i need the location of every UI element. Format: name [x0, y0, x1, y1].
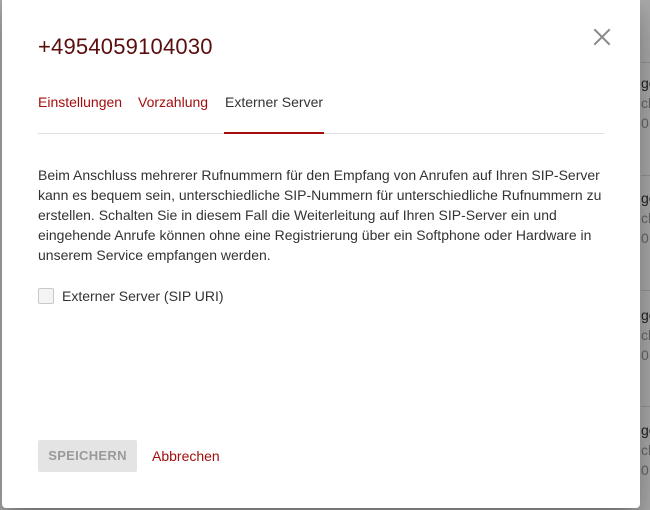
- tab-einstellungen[interactable]: Einstellungen: [38, 93, 122, 133]
- external-server-checkbox[interactable]: [38, 288, 54, 304]
- save-button[interactable]: SPEICHERN: [38, 440, 137, 472]
- tab-label: Vorzahlung: [138, 94, 209, 110]
- checkbox-label[interactable]: Externer Server (SIP URI): [62, 287, 224, 305]
- active-tab-indicator: [224, 132, 325, 134]
- cancel-button[interactable]: Abbrechen: [152, 440, 220, 472]
- tab-label: Externer Server: [225, 94, 324, 110]
- close-button[interactable]: [590, 25, 614, 49]
- dialog-tabs: Einstellungen Vorzahlung Externer Server: [38, 93, 604, 134]
- tab-vorzahlung[interactable]: Vorzahlung: [138, 93, 208, 133]
- dialog-title: +4954059104030: [38, 34, 213, 59]
- phone-number-dialog: +4954059104030 Einstellungen Vorzahlung …: [2, 0, 640, 508]
- tab-label: Einstellungen: [38, 94, 123, 110]
- tab-externer-server[interactable]: Externer Server: [224, 93, 325, 134]
- close-icon: [593, 28, 611, 46]
- description-text: Beim Anschluss mehrerer Rufnummern für d…: [38, 167, 602, 263]
